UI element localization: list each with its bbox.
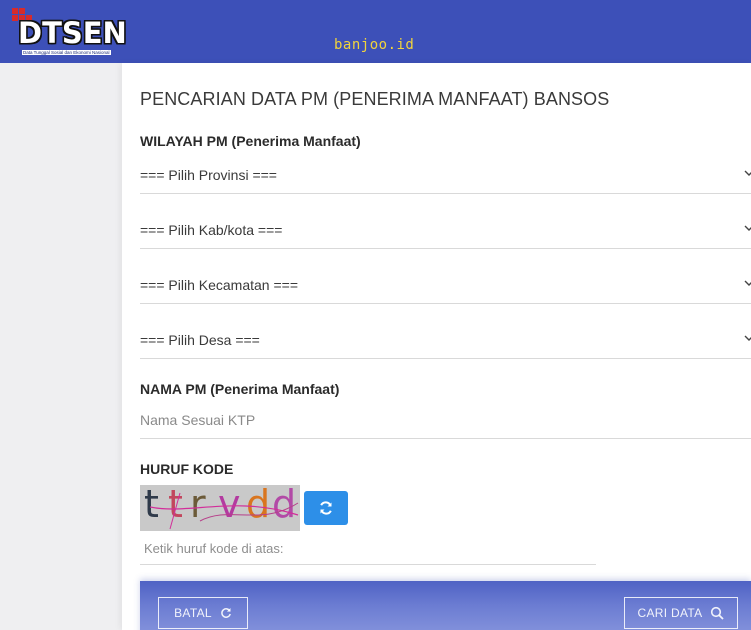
logo-subtext: Data Tunggal Sosial dan Ekonomi Nasional — [22, 50, 111, 55]
dtsen-logo[interactable]: DTSEN Data Tunggal Sosial dan Ekonomi Na… — [12, 8, 130, 58]
cancel-button[interactable]: BATAL — [158, 597, 248, 629]
chevron-down-icon — [744, 225, 751, 231]
village-select[interactable]: === Pilih Desa === — [140, 321, 751, 359]
search-button[interactable]: CARI DATA — [624, 597, 738, 629]
province-select-value: === Pilih Provinsi === — [140, 166, 277, 183]
left-gutter — [0, 63, 122, 630]
search-icon — [711, 606, 725, 620]
province-select[interactable]: === Pilih Provinsi === — [140, 156, 751, 194]
name-section-label: NAMA PM (Penerima Manfaat) — [140, 381, 340, 397]
form-action-bar: BATAL CARI DATA — [140, 581, 751, 630]
captcha-code-input[interactable] — [140, 533, 596, 565]
chevron-down-icon — [744, 335, 751, 341]
code-section-label: HURUF KODE — [140, 461, 234, 477]
name-input[interactable] — [140, 401, 751, 439]
refresh-captcha-button[interactable] — [304, 491, 348, 525]
district-select-value: === Pilih Kecamatan === — [140, 276, 298, 293]
watermark-text: banjoo.id — [334, 37, 415, 53]
cancel-button-label: BATAL — [174, 606, 212, 620]
chevron-down-icon — [744, 280, 751, 286]
refresh-icon — [320, 501, 332, 515]
search-button-label: CARI DATA — [637, 606, 703, 620]
city-select-value: === Pilih Kab/kota === — [140, 221, 283, 238]
page-title: PENCARIAN DATA PM (PENERIMA MANFAAT) BAN… — [140, 89, 610, 109]
city-select[interactable]: === Pilih Kab/kota === — [140, 211, 751, 249]
reset-icon — [221, 608, 231, 618]
search-form-card: PENCARIAN DATA PM (PENERIMA MANFAAT) BAN… — [122, 63, 751, 630]
region-section-label: WILAYAH PM (Penerima Manfaat) — [140, 133, 361, 149]
top-header: DTSEN Data Tunggal Sosial dan Ekonomi Na… — [0, 0, 751, 63]
captcha-image: t t r v d d ttrvdd — [140, 485, 300, 531]
district-select[interactable]: === Pilih Kecamatan === — [140, 266, 751, 304]
chevron-down-icon — [744, 170, 751, 176]
village-select-value: === Pilih Desa === — [140, 331, 260, 348]
logo-text: DTSEN — [18, 16, 127, 50]
